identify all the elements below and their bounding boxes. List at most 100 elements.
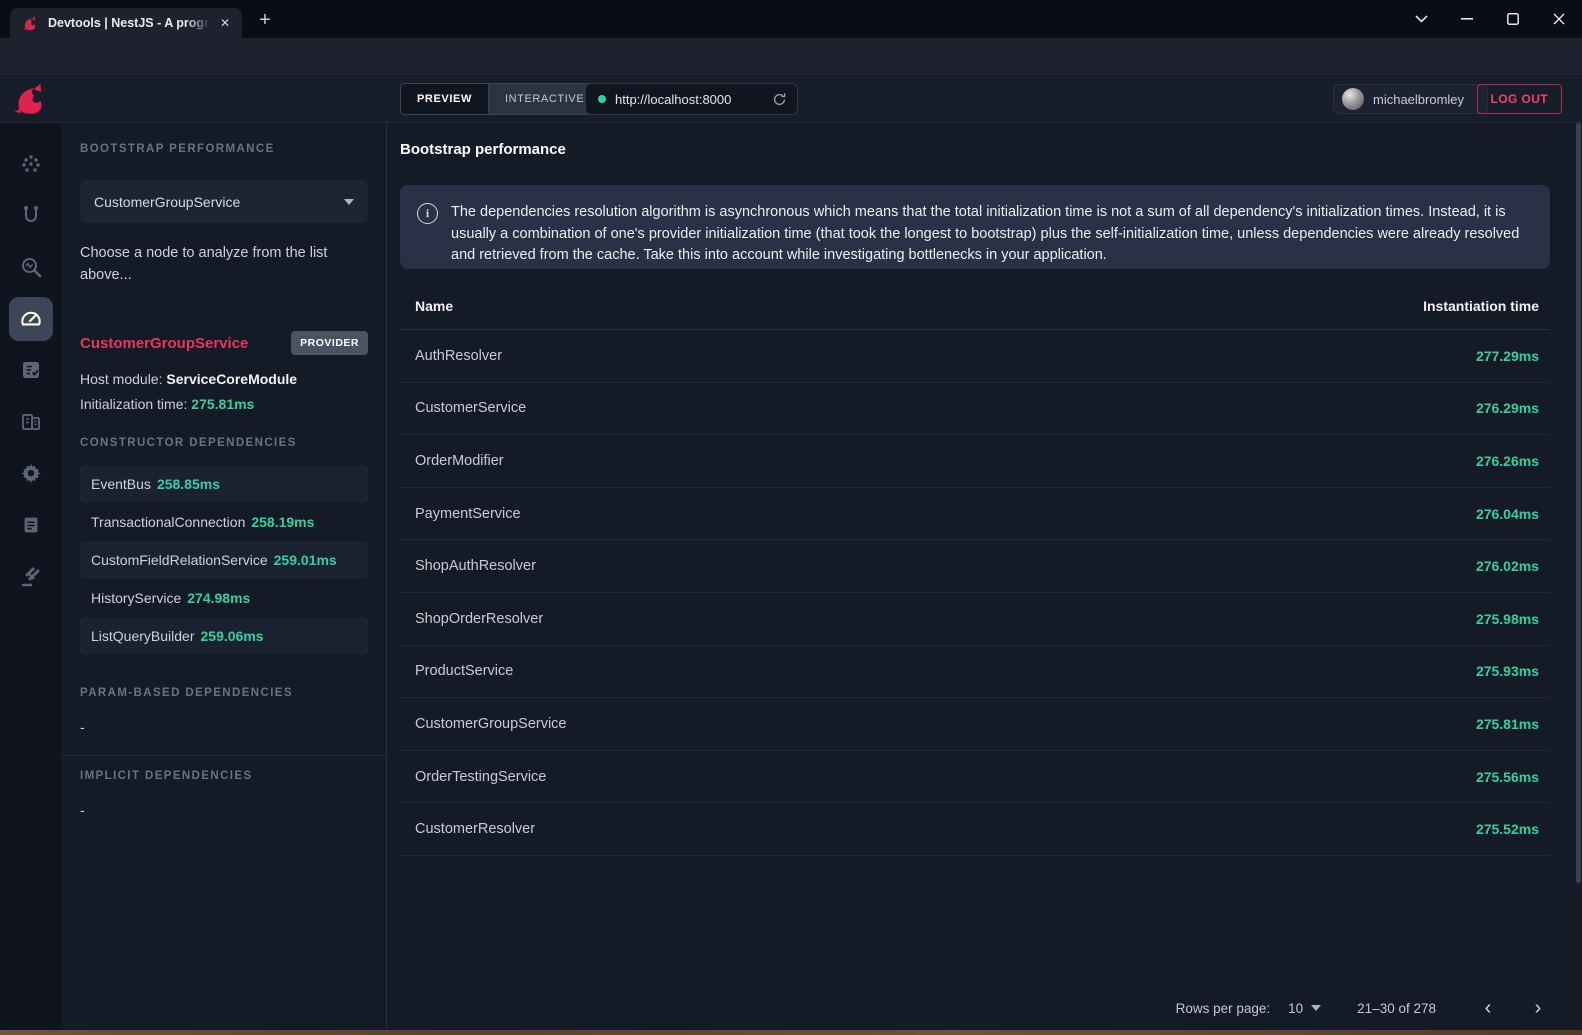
tab-search-icon[interactable]: [1398, 4, 1444, 34]
page-scrollbar[interactable]: [1576, 123, 1581, 1030]
info-banner: i The dependencies resolution algorithm …: [400, 185, 1550, 269]
dep-list-item[interactable]: CustomFieldRelationService 259.01ms: [80, 541, 368, 579]
row-name: OrderTestingService: [415, 769, 1476, 785]
sidebar-item-inspect[interactable]: [9, 245, 53, 289]
dep-name: CustomFieldRelationService: [91, 552, 268, 568]
node-select-dropdown[interactable]: CustomerGroupService: [80, 180, 368, 223]
user-name: michaelbromley: [1373, 92, 1464, 107]
dep-name: TransactionalConnection: [91, 514, 245, 530]
panel-hint: Choose a node to analyze from the list a…: [80, 243, 358, 286]
sidebar-item-audit[interactable]: [9, 348, 53, 392]
devtools-app: PREVIEW INTERACTIVE http://localhost:800…: [0, 75, 1582, 1030]
window-controls: [1398, 0, 1582, 38]
icon-sidebar: [0, 123, 61, 1030]
sidebar-item-modules[interactable]: [9, 400, 53, 444]
new-tab-button[interactable]: +: [254, 10, 276, 32]
table-row[interactable]: ShopOrderResolver275.98ms: [400, 593, 1550, 646]
row-name: PaymentService: [415, 506, 1476, 522]
table-row[interactable]: AuthResolver277.29ms: [400, 330, 1550, 383]
nestjs-logo-icon[interactable]: [0, 75, 61, 123]
dep-time: 259.06ms: [201, 628, 264, 644]
panel-title: BOOTSTRAP PERFORMANCE: [80, 143, 275, 155]
table-row[interactable]: OrderModifier276.26ms: [400, 435, 1550, 488]
host-module-value: ServiceCoreModule: [166, 371, 297, 387]
row-time: 275.81ms: [1476, 716, 1539, 732]
constructor-deps-title: CONSTRUCTOR DEPENDENCIES: [80, 437, 297, 449]
table-row[interactable]: CustomerResolver275.52ms: [400, 803, 1550, 856]
dep-time: 258.19ms: [251, 514, 314, 530]
sidebar-item-gavel[interactable]: [9, 555, 53, 599]
param-deps-empty: -: [80, 719, 85, 735]
browser-tab-strip: Devtools | NestJS - A progressive ✕ +: [0, 0, 1582, 38]
dep-list-item[interactable]: HistoryService274.98ms: [80, 579, 368, 617]
implicit-deps-title: IMPLICIT DEPENDENCIES: [80, 770, 253, 782]
page-title: Bootstrap performance: [400, 141, 566, 158]
table-row[interactable]: CustomerGroupService275.81ms: [400, 698, 1550, 751]
dep-time: 258.85ms: [157, 476, 220, 492]
init-time-value: 275.81ms: [191, 396, 254, 412]
dep-list-item[interactable]: EventBus 258.85ms: [80, 465, 368, 503]
bootstrap-panel: BOOTSTRAP PERFORMANCE CustomerGroupServi…: [61, 123, 387, 1030]
param-deps-title: PARAM-BASED DEPENDENCIES: [80, 687, 293, 699]
row-time: 276.26ms: [1476, 453, 1539, 469]
maximize-button[interactable]: [1490, 4, 1536, 34]
rows-per-page-label: Rows per page:: [1176, 1001, 1271, 1016]
node-header: CustomerGroupService PROVIDER: [80, 331, 368, 355]
rows-per-page-value: 10: [1288, 1001, 1303, 1016]
browser-toolbar: devtools.nestjs.com/bootstrap-performanc…: [0, 38, 1582, 75]
chevron-down-icon: [344, 199, 354, 205]
table-row[interactable]: PaymentService276.04ms: [400, 488, 1550, 541]
target-url-input[interactable]: http://localhost:8000: [585, 83, 798, 115]
table-row[interactable]: ProductService275.93ms: [400, 646, 1550, 699]
column-instantiation-time: Instantiation time: [1423, 298, 1539, 314]
dep-list-item[interactable]: ListQueryBuilder 259.06ms: [80, 617, 368, 655]
sidebar-item-performance[interactable]: [9, 297, 53, 341]
row-time: 276.29ms: [1476, 400, 1539, 416]
status-dot-icon: [598, 95, 606, 103]
interactive-tab[interactable]: INTERACTIVE: [488, 84, 600, 114]
logout-button[interactable]: LOG OUT: [1477, 84, 1562, 114]
table-row[interactable]: ShopAuthResolver276.02ms: [400, 540, 1550, 593]
previous-page-button[interactable]: ‹: [1476, 996, 1500, 1020]
pagination-range: 21–30 of 278: [1357, 1001, 1436, 1016]
row-name: ShopOrderResolver: [415, 611, 1476, 627]
user-menu[interactable]: michaelbromley: [1333, 84, 1488, 114]
sidebar-item-settings[interactable]: [9, 451, 53, 495]
table-pagination: Rows per page: 10 21–30 of 278 ‹ ›: [1176, 982, 1550, 1030]
dep-time: 259.01ms: [274, 552, 337, 568]
user-avatar: [1342, 88, 1364, 110]
row-time: 277.29ms: [1476, 348, 1539, 364]
table-row[interactable]: OrderTestingService275.56ms: [400, 751, 1550, 804]
sidebar-item-graph[interactable]: [9, 142, 53, 186]
tab-close-icon[interactable]: ✕: [216, 14, 234, 32]
row-name: CustomerGroupService: [415, 716, 1476, 732]
row-name: OrderModifier: [415, 453, 1476, 469]
tab-title: Devtools | NestJS - A progressive: [48, 16, 216, 30]
row-time: 276.02ms: [1476, 558, 1539, 574]
dep-name: EventBus: [91, 476, 151, 492]
chevron-down-icon: [1311, 1005, 1321, 1011]
row-time: 276.04ms: [1476, 506, 1539, 522]
host-module-line: Host module: ServiceCoreModule: [80, 371, 297, 387]
next-page-button[interactable]: ›: [1526, 996, 1550, 1020]
table-header: Name Instantiation time: [400, 283, 1550, 330]
dep-name: HistoryService: [91, 590, 181, 606]
dep-list-item[interactable]: TransactionalConnection 258.19ms: [80, 503, 368, 541]
sidebar-item-flow[interactable]: [9, 193, 53, 237]
rows-per-page-select[interactable]: 10: [1288, 1001, 1321, 1016]
table-row[interactable]: CustomerService276.29ms: [400, 383, 1550, 436]
close-window-button[interactable]: [1536, 4, 1582, 34]
info-icon: i: [417, 203, 438, 224]
dep-name: ListQueryBuilder: [91, 628, 195, 644]
browser-tab[interactable]: Devtools | NestJS - A progressive ✕: [10, 8, 242, 38]
row-time: 275.56ms: [1476, 769, 1539, 785]
minimize-button[interactable]: [1444, 4, 1490, 34]
node-name: CustomerGroupService: [80, 335, 291, 352]
preview-tab[interactable]: PREVIEW: [401, 84, 488, 114]
init-time-label: Initialization time:: [80, 396, 191, 412]
sidebar-item-docs[interactable]: [9, 503, 53, 547]
refresh-target-icon[interactable]: [772, 92, 787, 107]
performance-table: Name Instantiation time AuthResolver277.…: [400, 283, 1550, 856]
scrollbar-thumb[interactable]: [1576, 123, 1581, 883]
init-time-line: Initialization time: 275.81ms: [80, 396, 254, 412]
